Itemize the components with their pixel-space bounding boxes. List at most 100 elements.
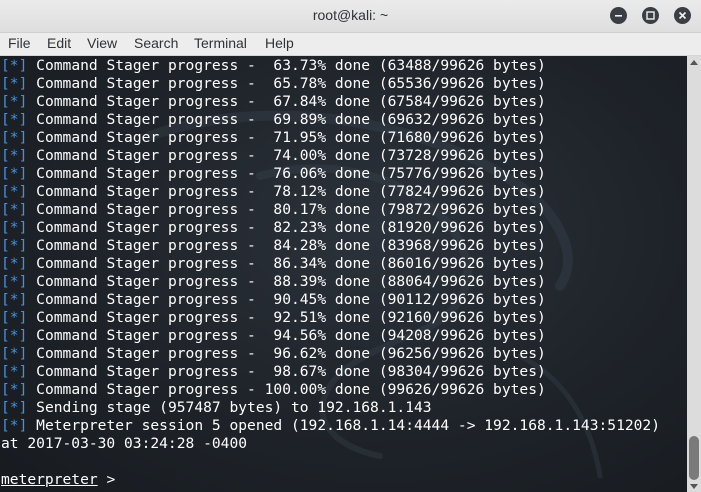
terminal-line: at 2017-03-30 03:24:28 -0400: [1, 435, 660, 453]
terminal-line-text: Command Stager progress - 98.67% done (9…: [27, 363, 546, 380]
status-marker-open: [: [1, 129, 10, 146]
status-marker-open: [: [1, 93, 10, 110]
vertical-scrollbar[interactable]: [687, 56, 701, 492]
terminal-line-text: Command Stager progress - 100.00% done (…: [27, 381, 546, 398]
status-marker-open: [: [1, 417, 10, 434]
title-bar[interactable]: root@kali: ~: [0, 0, 701, 33]
terminal-line-text: Command Stager progress - 96.62% done (9…: [27, 345, 546, 362]
terminal-line-text: Command Stager progress - 86.34% done (8…: [27, 255, 546, 272]
close-icon: [678, 11, 687, 20]
status-marker-star: *: [9, 399, 19, 416]
status-marker-open: [: [1, 183, 10, 200]
status-marker-star: *: [9, 165, 19, 182]
scrollbar-thumb[interactable]: [689, 436, 699, 480]
terminal-line: [*] Command Stager progress - 86.34% don…: [1, 255, 660, 273]
status-marker-open: [: [1, 381, 10, 398]
status-marker-open: [: [1, 57, 10, 74]
status-marker-open: [: [1, 363, 10, 380]
terminal-line-text: Command Stager progress - 92.51% done (9…: [27, 309, 546, 326]
terminal-lines: [*] Command Stager progress - 63.73% don…: [1, 57, 660, 489]
terminal-line: [*] Command Stager progress - 96.62% don…: [1, 345, 660, 363]
terminal-line-text: Meterpreter session 5 opened (192.168.1.…: [27, 417, 660, 434]
terminal-line-text: Command Stager progress - 71.95% done (7…: [27, 129, 546, 146]
terminal-line: [*] Command Stager progress - 94.56% don…: [1, 327, 660, 345]
status-marker-star: *: [9, 309, 19, 326]
scroll-down-arrow-icon[interactable]: [690, 484, 698, 489]
status-marker-star: *: [9, 291, 19, 308]
terminal-line: [*] Command Stager progress - 74.00% don…: [1, 147, 660, 165]
status-marker-star: *: [9, 273, 19, 290]
status-marker-star: *: [9, 255, 19, 272]
terminal-line: [*] Meterpreter session 5 opened (192.16…: [1, 417, 660, 435]
menu-edit[interactable]: Edit: [47, 35, 71, 51]
status-marker-star: *: [9, 237, 19, 254]
terminal-line: [*] Command Stager progress - 71.95% don…: [1, 129, 660, 147]
terminal-line-text: Command Stager progress - 69.89% done (6…: [27, 111, 546, 128]
terminal-line: [*] Command Stager progress - 67.84% don…: [1, 93, 660, 111]
status-marker-open: [: [1, 399, 10, 416]
terminal-line: [*] Command Stager progress - 82.23% don…: [1, 219, 660, 237]
status-marker-open: [: [1, 327, 10, 344]
menu-help[interactable]: Help: [265, 35, 294, 51]
terminal-line: [*] Command Stager progress - 88.39% don…: [1, 273, 660, 291]
status-marker-open: [: [1, 237, 10, 254]
terminal-line: [*] Command Stager progress - 76.06% don…: [1, 165, 660, 183]
status-marker-star: *: [9, 57, 19, 74]
terminal-line-text: Command Stager progress - 82.23% done (8…: [27, 219, 546, 236]
status-marker-open: [: [1, 273, 10, 290]
scroll-up-arrow-icon[interactable]: [690, 60, 698, 65]
terminal-line: [*] Command Stager progress - 100.00% do…: [1, 381, 660, 399]
status-marker-open: [: [1, 255, 10, 272]
command-prompt[interactable]: meterpreter >: [1, 471, 660, 489]
terminal-output-area[interactable]: [*] Command Stager progress - 63.73% don…: [0, 56, 687, 492]
prompt-name: meterpreter: [1, 471, 98, 488]
terminal-line-text: Command Stager progress - 84.28% done (8…: [27, 237, 546, 254]
status-marker-open: [: [1, 219, 10, 236]
terminal-line-text: Command Stager progress - 88.39% done (8…: [27, 273, 546, 290]
terminal-line: [*] Command Stager progress - 80.17% don…: [1, 201, 660, 219]
status-marker-star: *: [9, 111, 19, 128]
terminal-window: root@kali: ~ File Edit View Search Termi…: [0, 0, 701, 492]
terminal-line-text: Command Stager progress - 90.45% done (9…: [27, 291, 546, 308]
menu-search[interactable]: Search: [134, 35, 178, 51]
status-marker-star: *: [9, 345, 19, 362]
terminal-line-text: Command Stager progress - 76.06% done (7…: [27, 165, 546, 182]
terminal-line-text: Command Stager progress - 63.73% done (6…: [27, 57, 546, 74]
terminal-line: [*] Command Stager progress - 63.73% don…: [1, 57, 660, 75]
terminal-line-text: Command Stager progress - 94.56% done (9…: [27, 327, 546, 344]
terminal-line-text: Sending stage (957487 bytes) to 192.168.…: [27, 399, 432, 416]
status-marker-star: *: [9, 327, 19, 344]
menu-view[interactable]: View: [87, 35, 117, 51]
status-marker-star: *: [9, 129, 19, 146]
prompt-suffix: >: [97, 471, 125, 488]
terminal-line: [*] Command Stager progress - 90.45% don…: [1, 291, 660, 309]
terminal-line-text: Command Stager progress - 65.78% done (6…: [27, 75, 546, 92]
status-marker-star: *: [9, 183, 19, 200]
terminal-line: [*] Sending stage (957487 bytes) to 192.…: [1, 399, 660, 417]
status-marker-open: [: [1, 75, 10, 92]
menu-bar: File Edit View Search Terminal Help: [0, 33, 701, 56]
terminal-line: [*] Command Stager progress - 69.89% don…: [1, 111, 660, 129]
status-marker-open: [: [1, 147, 10, 164]
window-title: root@kali: ~: [312, 7, 389, 23]
status-marker-open: [: [1, 345, 10, 362]
close-button[interactable]: [674, 7, 691, 24]
minimize-button[interactable]: [610, 7, 627, 24]
status-marker-open: [: [1, 309, 10, 326]
status-marker-star: *: [9, 75, 19, 92]
terminal-line-text: Command Stager progress - 74.00% done (7…: [27, 147, 546, 164]
status-marker-star: *: [9, 201, 19, 218]
status-marker-star: *: [9, 381, 19, 398]
menu-terminal[interactable]: Terminal: [194, 35, 247, 51]
terminal-line-text: Command Stager progress - 80.17% done (7…: [27, 201, 546, 218]
status-marker-open: [: [1, 111, 10, 128]
terminal-line: [*] Command Stager progress - 65.78% don…: [1, 75, 660, 93]
status-marker-open: [: [1, 165, 10, 182]
terminal-line-text: Command Stager progress - 67.84% done (6…: [27, 93, 546, 110]
terminal-line: [*] Command Stager progress - 78.12% don…: [1, 183, 660, 201]
maximize-button[interactable]: [642, 7, 659, 24]
terminal-line: [*] Command Stager progress - 92.51% don…: [1, 309, 660, 327]
status-marker-open: [: [1, 201, 10, 218]
menu-file[interactable]: File: [8, 35, 31, 51]
